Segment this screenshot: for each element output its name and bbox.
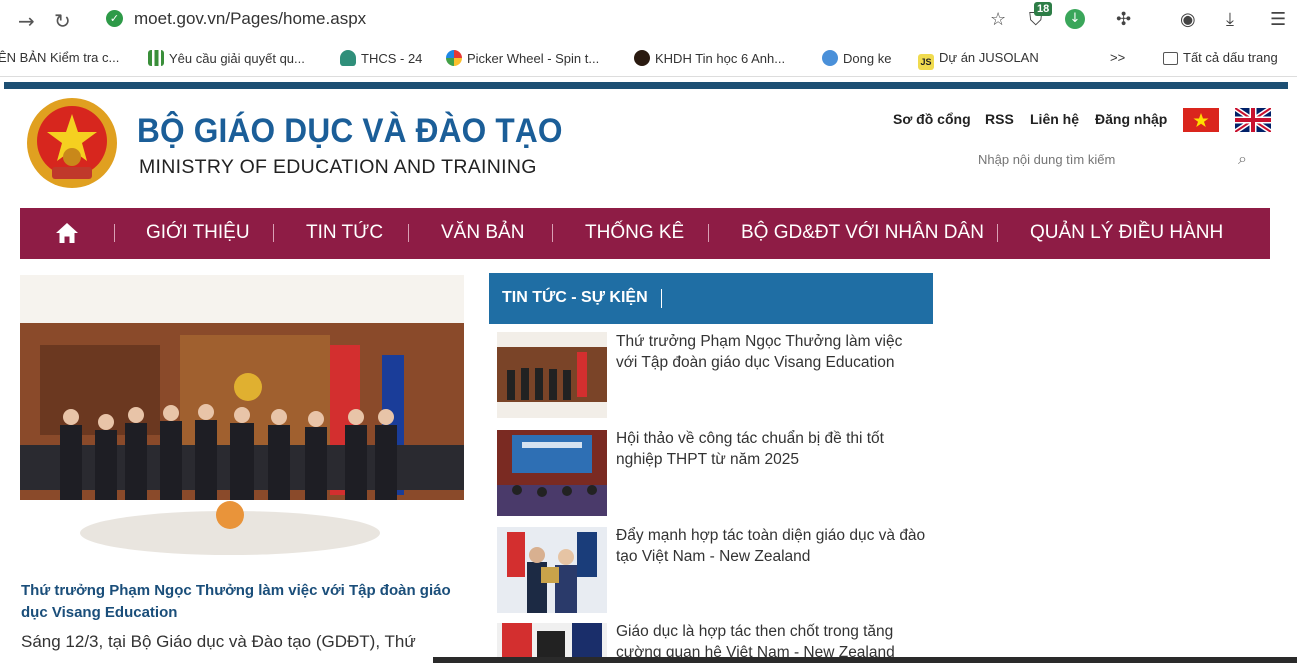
nav-separator — [114, 224, 115, 242]
js-icon: JS — [918, 54, 934, 70]
page-bottom-bar — [433, 657, 1297, 663]
top-stripe — [4, 82, 1288, 89]
nav-item-tin-tuc[interactable]: TIN TỨC — [306, 222, 383, 244]
profile-icon[interactable]: ◉ — [1180, 9, 1196, 30]
featured-article-title[interactable]: Thứ trưởng Phạm Ngọc Thưởng làm việc với… — [21, 580, 461, 624]
nav-separator — [552, 224, 553, 242]
leaf-icon — [340, 50, 356, 66]
download-extension-icon[interactable]: ↓ — [1065, 9, 1085, 29]
folder-icon — [1163, 52, 1178, 65]
news-thumbnail[interactable] — [497, 430, 607, 516]
runner-icon — [822, 50, 838, 66]
national-emblem-icon[interactable] — [26, 97, 118, 189]
extension-badge: 18 — [1034, 2, 1053, 16]
news-section-header: TIN TỨC - SỰ KIỆN — [489, 273, 933, 324]
featured-article-image[interactable] — [20, 275, 464, 567]
news-thumbnail[interactable] — [497, 332, 607, 418]
search-icon[interactable]: ⌕ — [1238, 149, 1247, 169]
nav-separator — [708, 224, 709, 242]
secure-site-icon[interactable]: ✓ — [106, 10, 123, 27]
bookmark-item[interactable]: ÊN BẢN Kiểm tra c... — [0, 50, 119, 65]
menu-icon[interactable]: ☰ — [1270, 9, 1286, 30]
bookmark-item[interactable]: Yêu cầu giải quyết qu... — [148, 50, 305, 66]
site-title[interactable]: BỘ GIÁO DỤC VÀ ĐÀO TẠO — [137, 112, 563, 151]
bars-icon — [148, 50, 164, 66]
nav-item-bo-gddt-voi-nhan-dan[interactable]: BỘ GD&ĐT VỚI NHÂN DÂN — [741, 222, 984, 244]
nav-separator — [997, 224, 998, 242]
sitemap-link[interactable]: Sơ đồ cổng — [893, 111, 971, 127]
search-box: ⌕ — [976, 147, 1262, 171]
url-field[interactable]: moet.gov.vn/Pages/home.aspx — [134, 9, 366, 29]
nav-item-thong-ke[interactable]: THỐNG KÊ — [585, 222, 684, 244]
nav-separator — [408, 224, 409, 242]
header-divider — [661, 289, 662, 308]
avatar-icon — [634, 50, 650, 66]
bookmark-item[interactable]: KHDH Tin học 6 Anh... — [634, 50, 785, 66]
news-section-title[interactable]: TIN TỨC - SỰ KIỆN — [502, 289, 648, 307]
browser-toolbar: → ↻ ✓ moet.gov.vn/Pages/home.aspx ☆ ⛉ 18… — [0, 0, 1297, 40]
bookmark-item[interactable]: JS Dự án JUSOLAN — [918, 50, 1039, 70]
chrome-divider — [0, 76, 1297, 77]
nav-item-quan-ly-dieu-hanh[interactable]: QUẢN LÝ ĐIỀU HÀNH — [1030, 222, 1223, 244]
news-item-title[interactable]: Đẩy mạnh hợp tác toàn diện giáo dục và đ… — [616, 525, 926, 567]
reload-icon[interactable]: ↻ — [54, 9, 71, 33]
search-input[interactable] — [976, 147, 1240, 171]
nav-item-van-ban[interactable]: VĂN BẢN — [441, 222, 524, 244]
vietnamese-flag-icon[interactable] — [1183, 108, 1219, 132]
news-item-title[interactable]: Thứ trưởng Phạm Ngọc Thưởng làm việc với… — [616, 331, 926, 373]
bookmark-star-icon[interactable]: ☆ — [990, 9, 1006, 30]
home-icon[interactable] — [55, 222, 79, 244]
forward-arrow-icon[interactable]: → — [18, 9, 35, 33]
contact-link[interactable]: Liên hệ — [1030, 111, 1079, 127]
site-subtitle: MINISTRY OF EDUCATION AND TRAINING — [139, 156, 537, 178]
all-bookmarks-folder[interactable]: Tất cả dấu trang — [1163, 50, 1278, 65]
uk-flag-icon[interactable] — [1235, 108, 1271, 132]
news-thumbnail[interactable] — [497, 623, 607, 657]
more-bookmarks-button[interactable]: >> — [1110, 50, 1125, 65]
main-navigation: GIỚI THIỆU TIN TỨC VĂN BẢN THỐNG KÊ BỘ G… — [20, 208, 1270, 259]
rss-link[interactable]: RSS — [985, 111, 1014, 127]
bookmark-item[interactable]: Picker Wheel - Spin t... — [446, 50, 599, 66]
downloads-icon[interactable]: ⤓ — [1226, 9, 1234, 30]
news-item-title[interactable]: Hội thảo về công tác chuẩn bị đề thi tốt… — [616, 428, 926, 470]
bookmarks-bar: ÊN BẢN Kiểm tra c... Yêu cầu giải quyết … — [0, 44, 1297, 74]
featured-article-summary: Sáng 12/3, tại Bộ Giáo dục và Đào tạo (G… — [21, 632, 416, 651]
nav-item-gioi-thieu[interactable]: GIỚI THIỆU — [146, 222, 250, 244]
bookmark-item[interactable]: THCS - 24 — [340, 50, 422, 66]
wheel-icon — [446, 50, 462, 66]
extensions-puzzle-icon[interactable]: ✣ — [1116, 9, 1131, 30]
news-thumbnail[interactable] — [497, 527, 607, 613]
bookmark-item[interactable]: Dong ke — [822, 50, 891, 66]
nav-separator — [273, 224, 274, 242]
login-link[interactable]: Đăng nhập — [1095, 111, 1167, 127]
